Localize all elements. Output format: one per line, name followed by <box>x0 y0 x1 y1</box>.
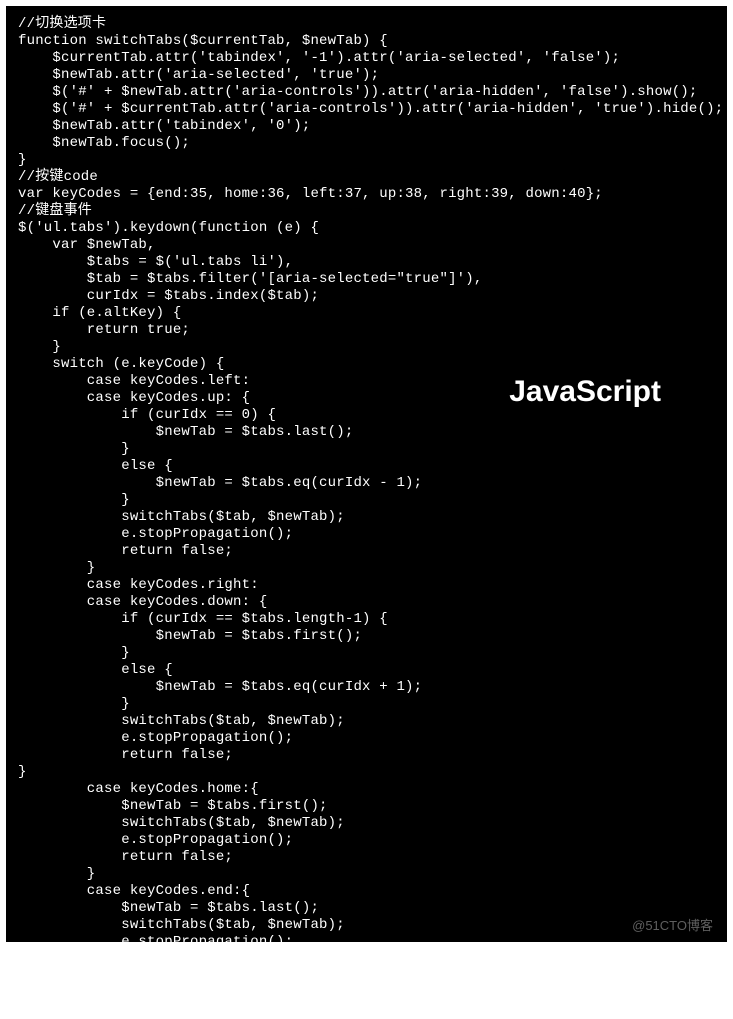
language-badge: JavaScript <box>509 375 661 409</box>
watermark-text: @51CTO博客 <box>632 915 713 934</box>
code-block: //切换选项卡 function switchTabs($currentTab,… <box>18 16 715 1019</box>
code-screenshot-frame: //切换选项卡 function switchTabs($currentTab,… <box>6 6 727 942</box>
